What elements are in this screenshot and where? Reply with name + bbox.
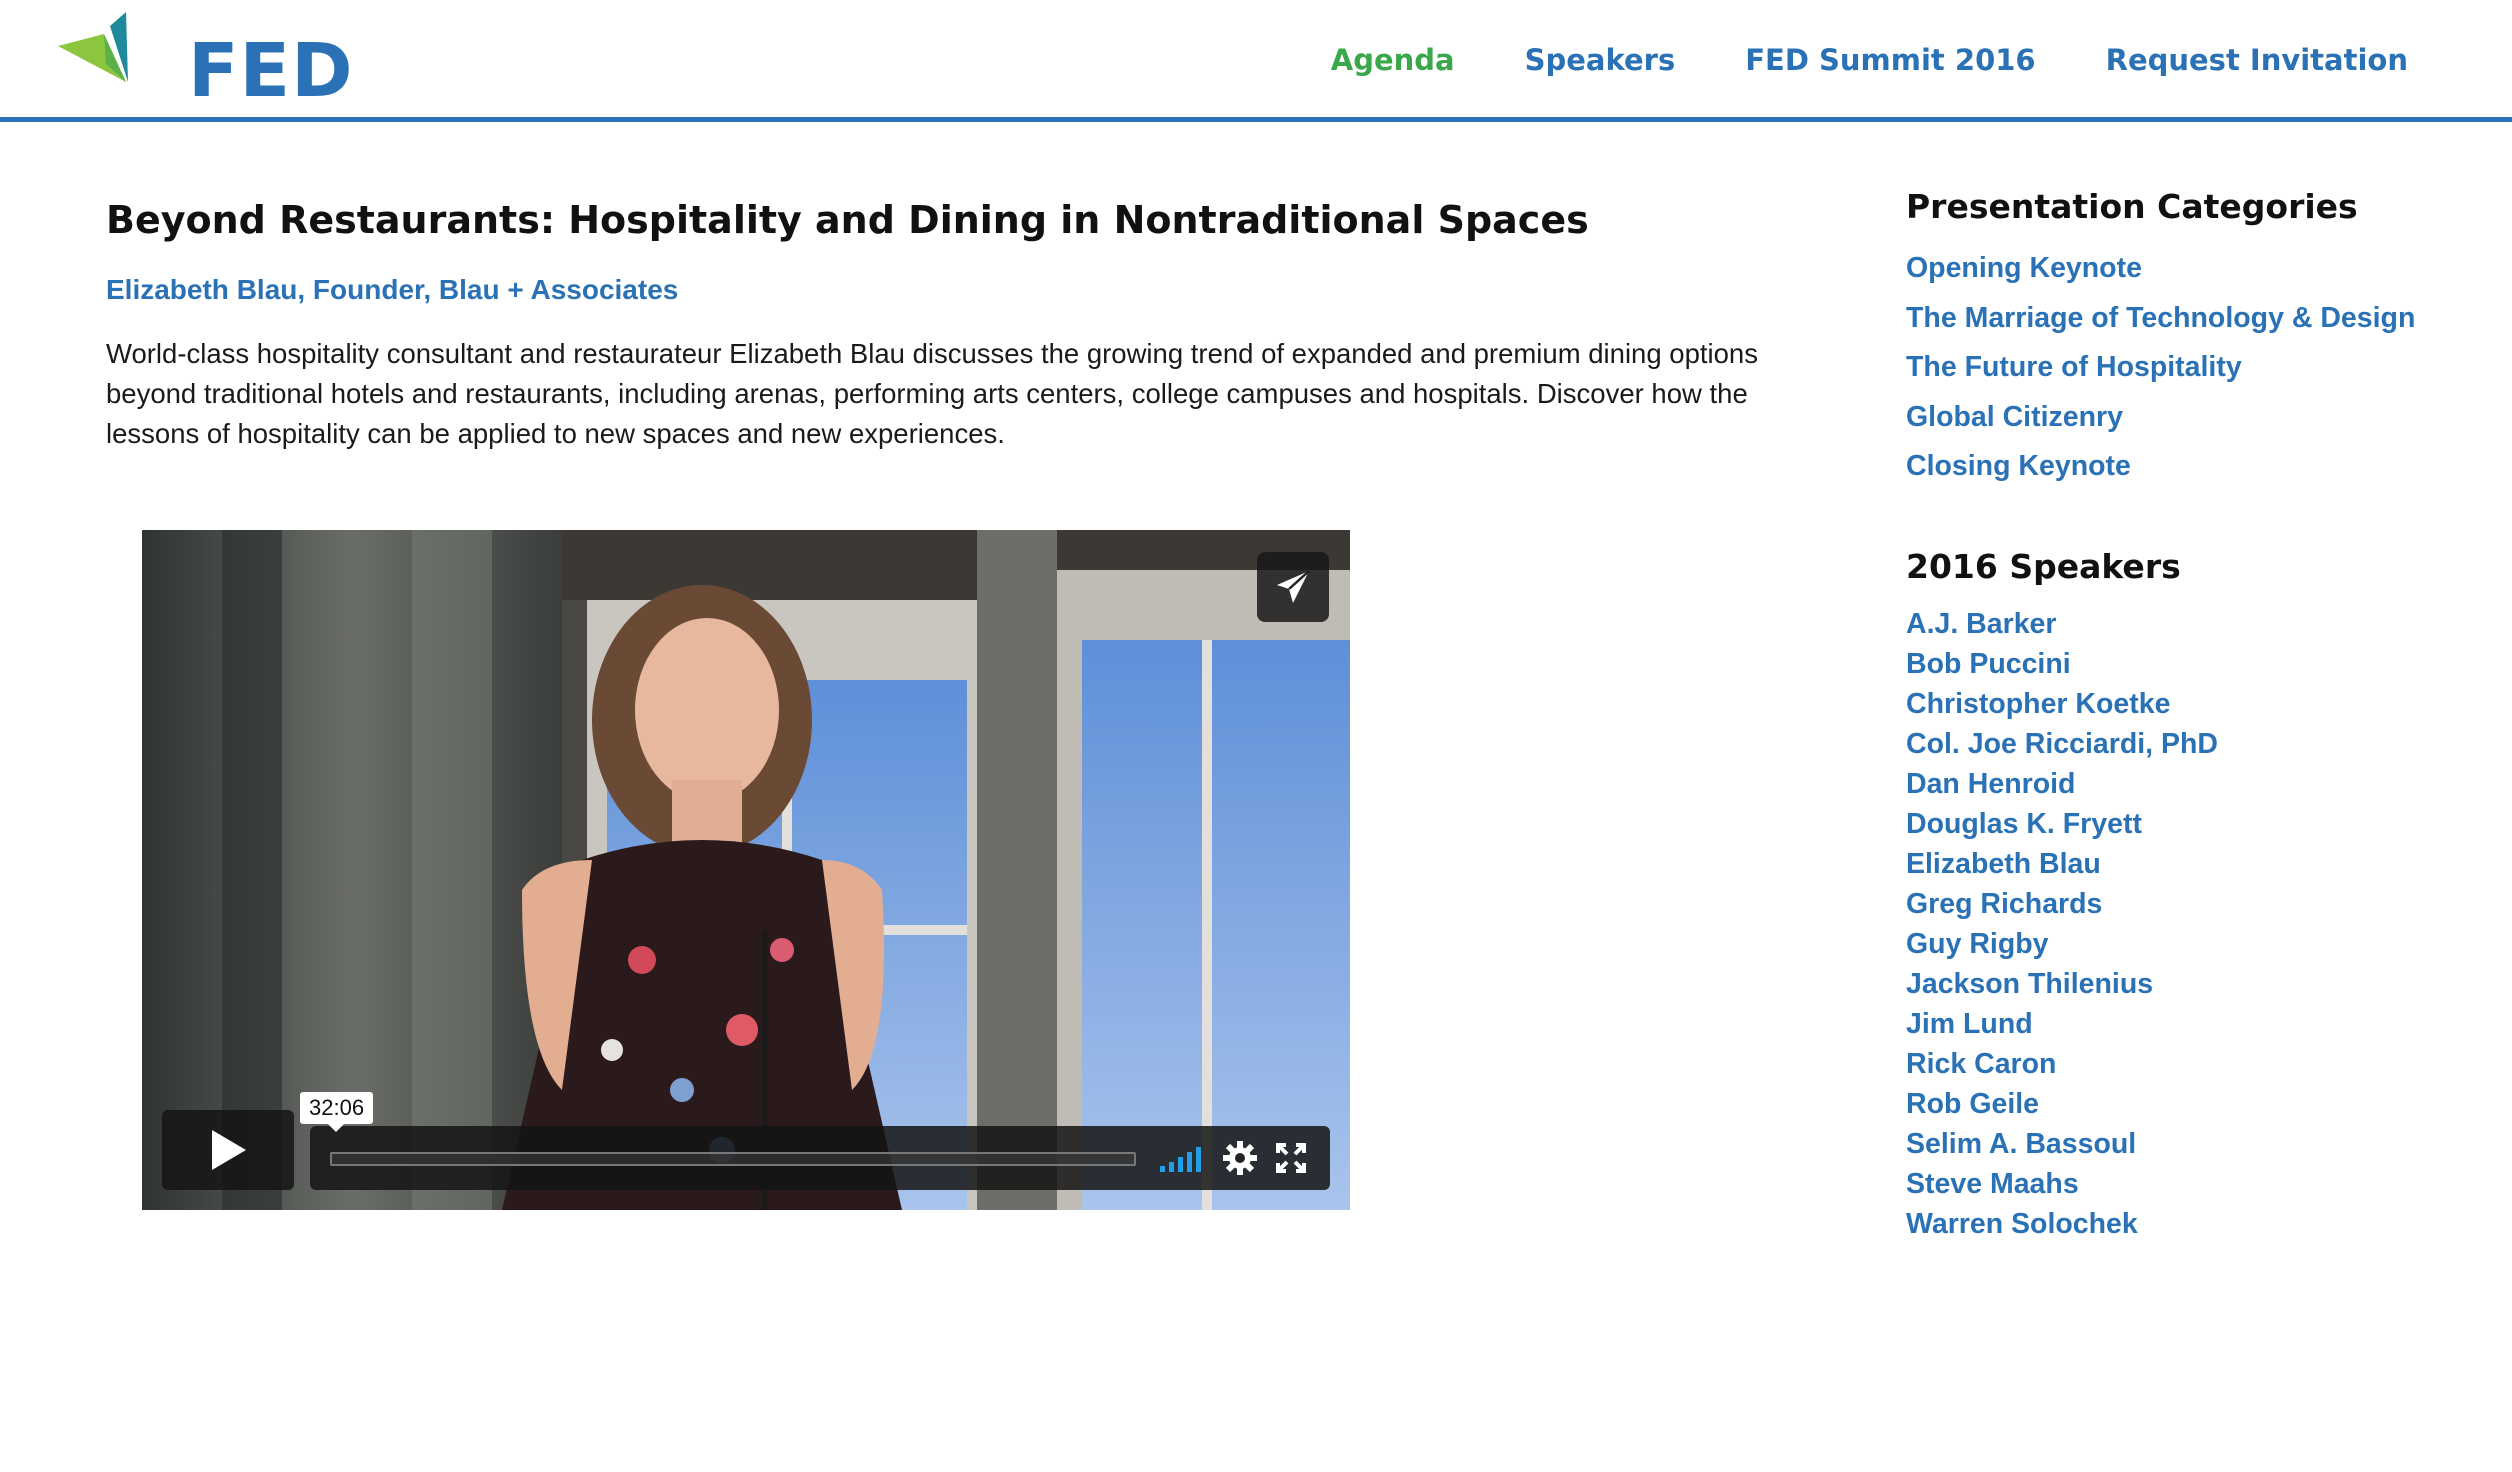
play-button[interactable]: [162, 1110, 294, 1190]
site-header: FED Agenda Speakers FED Summit 2016 Requ…: [0, 0, 2512, 122]
speaker-link[interactable]: Greg Richards: [1906, 884, 2466, 924]
speakers-list: A.J. Barker Bob Puccini Christopher Koet…: [1906, 604, 2466, 1244]
speaker-link[interactable]: Rick Caron: [1906, 1044, 2466, 1084]
nav-request-invitation[interactable]: Request Invitation: [2106, 38, 2408, 82]
category-link[interactable]: Global Citizenry: [1906, 393, 2466, 443]
gear-icon[interactable]: [1222, 1140, 1258, 1176]
main-nav: Agenda Speakers FED Summit 2016 Request …: [1331, 38, 2408, 82]
speaker-link[interactable]: Christopher Koetke: [1906, 684, 2466, 724]
speaker-link[interactable]: Col. Joe Ricciardi, PhD: [1906, 724, 2466, 764]
nav-agenda[interactable]: Agenda: [1331, 38, 1455, 82]
category-link[interactable]: Closing Keynote: [1906, 442, 2466, 492]
fullscreen-icon[interactable]: [1275, 1142, 1307, 1174]
fed-logo[interactable]: FED: [54, 8, 353, 108]
send-icon: [1277, 570, 1310, 603]
speaker-byline[interactable]: Elizabeth Blau, Founder, Blau + Associat…: [106, 270, 1826, 310]
presentation-description: World-class hospitality consultant and r…: [106, 338, 1758, 449]
speaker-link[interactable]: Jackson Thilenius: [1906, 964, 2466, 1004]
sidebar: Presentation Categories Opening Keynote …: [1906, 182, 2466, 1244]
categories-heading: Presentation Categories: [1906, 187, 2358, 226]
play-icon: [212, 1130, 246, 1170]
speaker-link[interactable]: Douglas K. Fryett: [1906, 804, 2466, 844]
progress-track[interactable]: [330, 1152, 1136, 1166]
nav-speakers[interactable]: Speakers: [1525, 38, 1676, 82]
speaker-link[interactable]: Bob Puccini: [1906, 644, 2466, 684]
speaker-link[interactable]: Warren Solochek: [1906, 1204, 2466, 1244]
video-player[interactable]: 32:06: [142, 530, 1350, 1210]
share-button[interactable]: [1257, 552, 1329, 622]
category-link[interactable]: Opening Keynote: [1906, 244, 2466, 294]
speaker-link[interactable]: A.J. Barker: [1906, 604, 2466, 644]
category-link[interactable]: The Marriage of Technology & Design: [1906, 294, 2466, 344]
control-bar: [310, 1126, 1330, 1190]
speaker-link[interactable]: Dan Henroid: [1906, 764, 2466, 804]
speaker-link[interactable]: Selim A. Bassoul: [1906, 1124, 2466, 1164]
logo-mark-icon: [58, 12, 128, 82]
logo-text: FED: [188, 28, 354, 114]
speaker-link[interactable]: Elizabeth Blau: [1906, 844, 2466, 884]
speakers-heading: 2016 Speakers: [1906, 546, 2181, 586]
categories-list: Opening Keynote The Marriage of Technolo…: [1906, 244, 2466, 492]
speaker-link[interactable]: Jim Lund: [1906, 1004, 2466, 1044]
duration-tooltip: 32:06: [300, 1092, 374, 1132]
speaker-link[interactable]: Rob Geile: [1906, 1084, 2466, 1124]
speaker-link[interactable]: Steve Maahs: [1906, 1164, 2466, 1204]
volume-icon[interactable]: [1158, 1144, 1208, 1174]
category-link[interactable]: The Future of Hospitality: [1906, 343, 2466, 393]
nav-fed-summit-2016[interactable]: FED Summit 2016: [1745, 38, 2035, 82]
speaker-link[interactable]: Guy Rigby: [1906, 924, 2466, 964]
page-title: Beyond Restaurants: Hospitality and Dini…: [106, 198, 1589, 242]
player-controls: 32:06: [162, 1092, 1330, 1190]
presentation-content: Beyond Restaurants: Hospitality and Dini…: [106, 190, 1826, 454]
